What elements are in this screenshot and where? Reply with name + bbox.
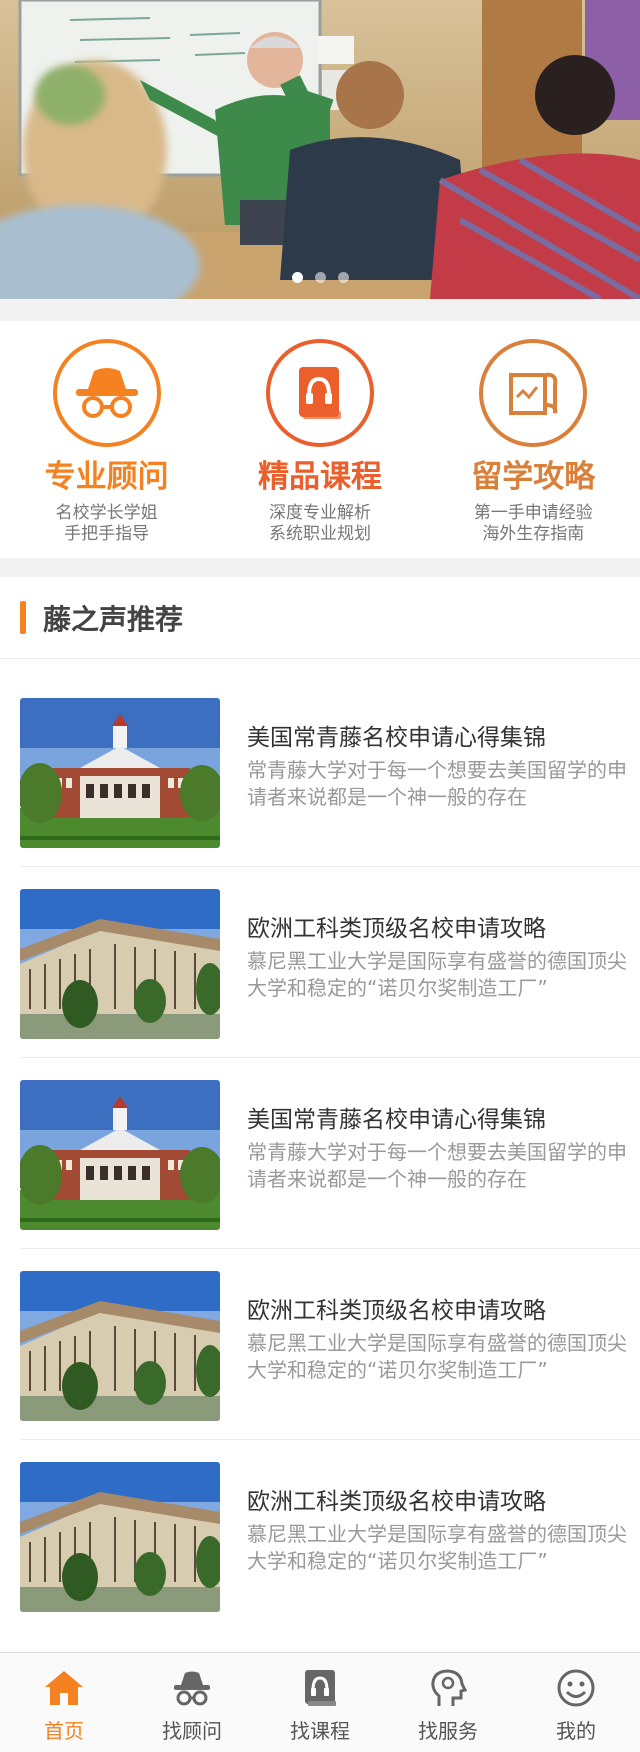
- section-header: 藤之声推荐: [0, 577, 640, 659]
- feature-title: 专业顾问: [44, 459, 169, 495]
- stone-university-building-photo: [20, 1271, 220, 1421]
- article-item[interactable]: 美国常青藤名校申请心得集锦 常青藤大学对于每一个想要去美国留学的申请者来说都是一…: [20, 676, 640, 867]
- stone-university-building-photo: [20, 1462, 220, 1612]
- bottom-tab-bar: 首页 找顾问 找课程 找服务 我的: [0, 1652, 640, 1752]
- article-title: 欧洲工科类顶级名校申请攻略: [247, 1298, 546, 1324]
- feature-advisor[interactable]: 专业顾问 名校学长学姐 手把手指导: [0, 321, 213, 558]
- tab-home[interactable]: 首页: [0, 1653, 128, 1752]
- tab-advisor[interactable]: 找顾问: [128, 1653, 256, 1752]
- section-title: 藤之声推荐: [43, 602, 184, 636]
- article-description: 常青藤大学对于每一个想要去美国留学的申请者来说都是一个神一般的存在: [247, 758, 627, 809]
- feature-subtitle-line: 深度专业解析: [268, 503, 371, 523]
- feature-course[interactable]: 精品课程 深度专业解析 系统职业规划: [213, 321, 426, 558]
- hero-banner[interactable]: [0, 0, 640, 299]
- feature-guide[interactable]: 留学攻略 第一手申请经验 海外生存指南: [427, 321, 640, 558]
- tab-profile[interactable]: 我的: [512, 1653, 640, 1752]
- red-brick-campus-photo: [20, 1080, 220, 1230]
- banner-dot[interactable]: [337, 272, 349, 283]
- red-brick-campus-photo: [20, 698, 220, 848]
- tab-label: 首页: [44, 1719, 84, 1743]
- feature-subtitle: 深度专业解析 系统职业规划: [213, 503, 426, 545]
- article-description: 慕尼黑工业大学是国际享有盛誉的德国顶尖大学和稳定的“诺贝尔奖制造工厂”: [247, 1331, 627, 1382]
- advisor-glasses-icon: [52, 339, 161, 447]
- article-list: 美国常青藤名校申请心得集锦 常青藤大学对于每一个想要去美国留学的申请者来说都是一…: [0, 659, 640, 1631]
- course-icon: [298, 1667, 342, 1709]
- feature-subtitle-line: 系统职业规划: [268, 524, 371, 544]
- banner-dot[interactable]: [314, 272, 326, 283]
- feature-subtitle: 名校学长学姐 手把手指导: [0, 503, 213, 545]
- classroom-photo: [0, 0, 640, 299]
- home-icon: [42, 1667, 86, 1709]
- guide-map-icon: [479, 339, 588, 447]
- feature-subtitle-line: 第一手申请经验: [473, 503, 593, 523]
- article-title: 美国常青藤名校申请心得集锦: [247, 1107, 546, 1133]
- article-description: 慕尼黑工业大学是国际享有盛誉的德国顶尖大学和稳定的“诺贝尔奖制造工厂”: [247, 949, 627, 1000]
- article-item[interactable]: 欧洲工科类顶级名校申请攻略 慕尼黑工业大学是国际享有盛誉的德国顶尖大学和稳定的“…: [20, 867, 640, 1058]
- tab-label: 找课程: [290, 1719, 350, 1743]
- article-title: 欧洲工科类顶级名校申请攻略: [247, 916, 546, 942]
- profile-icon: [554, 1667, 598, 1709]
- tab-label: 找服务: [418, 1719, 478, 1743]
- article-item[interactable]: 欧洲工科类顶级名校申请攻略 慕尼黑工业大学是国际享有盛誉的德国顶尖大学和稳定的“…: [20, 1249, 640, 1440]
- tab-course[interactable]: 找课程: [256, 1653, 384, 1752]
- article-item[interactable]: 欧洲工科类顶级名校申请攻略 慕尼黑工业大学是国际享有盛誉的德国顶尖大学和稳定的“…: [20, 1440, 640, 1631]
- feature-subtitle-line: 海外生存指南: [482, 524, 585, 544]
- article-title: 美国常青藤名校申请心得集锦: [247, 725, 546, 751]
- feature-subtitle: 第一手申请经验 海外生存指南: [427, 503, 640, 545]
- feature-subtitle-line: 名校学长学姐: [55, 503, 158, 523]
- article-description: 常青藤大学对于每一个想要去美国留学的申请者来说都是一个神一般的存在: [247, 1140, 627, 1191]
- article-item[interactable]: 美国常青藤名校申请心得集锦 常青藤大学对于每一个想要去美国留学的申请者来说都是一…: [20, 1058, 640, 1249]
- banner-pagination: [0, 272, 640, 283]
- course-book-icon: [265, 339, 374, 447]
- home-page: 专业顾问 名校学长学姐 手把手指导 精品课程 深度专业解析 系统职业规划 留学攻…: [0, 0, 640, 1752]
- article-title: 欧洲工科类顶级名校申请攻略: [247, 1489, 546, 1515]
- tab-service[interactable]: 找服务: [384, 1653, 512, 1752]
- banner-dot[interactable]: [291, 272, 303, 283]
- tab-label: 找顾问: [162, 1719, 222, 1743]
- feature-title: 精品课程: [257, 459, 382, 495]
- service-icon: [426, 1667, 470, 1709]
- article-description: 慕尼黑工业大学是国际享有盛誉的德国顶尖大学和稳定的“诺贝尔奖制造工厂”: [247, 1522, 627, 1573]
- advisor-icon: [170, 1667, 214, 1709]
- tab-label: 我的: [556, 1719, 596, 1743]
- feature-title: 留学攻略: [471, 459, 596, 495]
- feature-subtitle-line: 手把手指导: [64, 524, 150, 544]
- feature-grid: 专业顾问 名校学长学姐 手把手指导 精品课程 深度专业解析 系统职业规划 留学攻…: [0, 321, 640, 558]
- section-accent-bar: [20, 601, 26, 634]
- recommend-section: 藤之声推荐 美国常青藤名校申请心得集锦 常青藤大学对于每一个想要去美国留学的申请…: [0, 577, 640, 1652]
- stone-university-building-photo: [20, 889, 220, 1039]
